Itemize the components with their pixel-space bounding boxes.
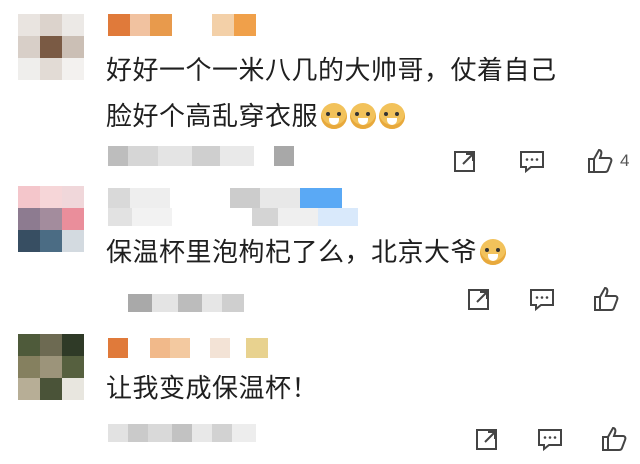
username-redacted[interactable] [108,338,268,358]
comment-actions [474,424,634,454]
comment-item-2: 保温杯里泡枸杞了么，北京大爷 [0,170,640,320]
avatar[interactable] [18,186,84,252]
timestamp-redacted [108,424,256,442]
forward-button[interactable] [466,286,492,312]
forward-button[interactable] [474,426,500,452]
username-redacted[interactable] [108,14,256,36]
reply-button[interactable] [536,426,564,452]
reply-button[interactable] [528,286,556,312]
avatar[interactable] [18,334,84,400]
comment-text-line-1: 让我变成保温杯！ [106,374,319,404]
like-count: 4 [620,151,630,170]
like-button[interactable] [600,425,634,453]
doge-emoji-icon [480,239,507,265]
username-redacted-row2 [108,208,358,226]
avatar[interactable] [18,14,84,80]
forward-icon [468,289,489,310]
comment-item-1: 好好一个一米八几的大帅哥，仗着自己 脸好个高乱穿衣服 4 [0,0,640,174]
like-button[interactable] [592,285,626,313]
comment-text: 好好一个一米八几的大帅哥，仗着自己 [106,52,557,90]
comment-text-line-1: 保温杯里泡枸杞了么，北京大爷 [106,238,478,268]
timestamp-redacted [108,294,244,312]
comment-text: 脸好个高乱穿衣服 [106,98,406,136]
comment-icon [530,289,554,312]
comment-text: 保温杯里泡枸杞了么，北京大爷 [106,234,507,272]
comment-text-line-2: 脸好个高乱穿衣服 [106,102,319,132]
timestamp-redacted [108,146,294,166]
comment-actions [466,284,626,314]
forward-icon [476,429,497,450]
doge-emoji-icon [321,103,348,129]
comment-text: 让我变成保温杯！ [106,370,318,408]
comment-text-line-1: 好好一个一米八几的大帅哥，仗着自己 [106,56,557,86]
comment-item-3: 让我变成保温杯！ [0,320,640,464]
comment-icon [538,429,562,452]
thumbs-up-icon [602,426,627,451]
username-redacted[interactable] [108,188,342,208]
doge-emoji-icon [379,103,406,129]
thumbs-up-icon [594,286,619,311]
doge-emoji-icon [350,103,377,129]
